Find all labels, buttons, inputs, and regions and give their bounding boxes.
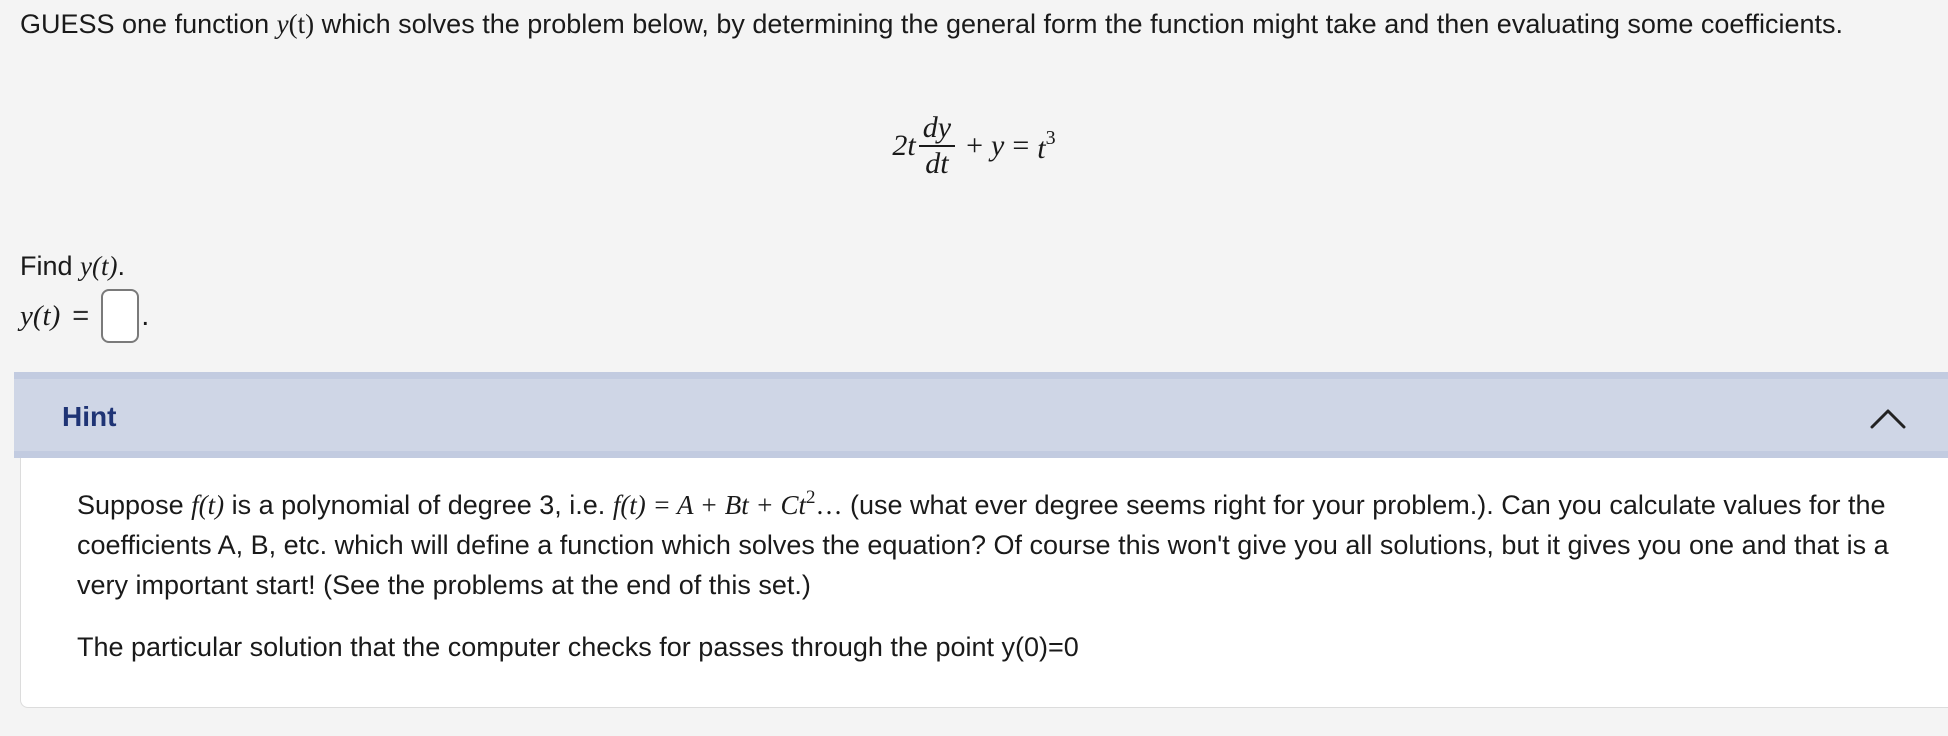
- hint-paragraph-1: Suppose f(t) is a polynomial of degree 3…: [77, 487, 1889, 600]
- chevron-up-icon[interactable]: [1868, 401, 1908, 433]
- intro-text-after: which solves the problem below, by deter…: [314, 9, 1843, 39]
- eq-numerator: dy: [918, 113, 956, 147]
- hint-body: Suppose f(t) is a polynomial of degree 3…: [20, 458, 1948, 708]
- answer-period: .: [141, 299, 150, 332]
- answer-row: y(t) = .: [20, 286, 149, 346]
- eq-rhs-exponent: 3: [1045, 126, 1056, 149]
- eq-coefficient: 2t: [892, 129, 916, 162]
- hint-paragraph-2: The particular solution that the compute…: [77, 632, 1079, 662]
- find-prompt: Find y(t).: [20, 246, 125, 286]
- find-label: Find: [20, 251, 81, 281]
- hint-math-polynomial: f(t) = A + Bt + Ct2…: [612, 487, 843, 520]
- hint-title: Hint: [62, 401, 117, 432]
- answer-input[interactable]: [101, 289, 140, 343]
- eq-plus: +: [966, 129, 983, 162]
- answer-equals: =: [72, 299, 90, 332]
- find-period: .: [117, 251, 126, 281]
- eq-denominator: dt: [925, 147, 949, 180]
- differential-equation: 2t dy dt + y = t3: [0, 106, 1948, 186]
- intro-math-y: y(t): [276, 9, 315, 39]
- eq-y: y: [991, 129, 1005, 162]
- eq-derivative-fraction: dy dt: [918, 113, 956, 180]
- answer-lhs: y(t): [20, 299, 61, 332]
- hint-math-ft: f(t): [191, 490, 225, 520]
- find-math: y(t): [80, 251, 118, 281]
- intro-text-before: GUESS one function: [20, 9, 277, 39]
- eq-rhs: t3: [1037, 126, 1056, 165]
- problem-intro: GUESS one function y(t) which solves the…: [20, 4, 1920, 45]
- hint-card: Hint Suppose f(t) is a polynomial of deg…: [14, 372, 1948, 708]
- eq-equals: =: [1012, 129, 1030, 162]
- hint-header[interactable]: Hint: [14, 372, 1948, 458]
